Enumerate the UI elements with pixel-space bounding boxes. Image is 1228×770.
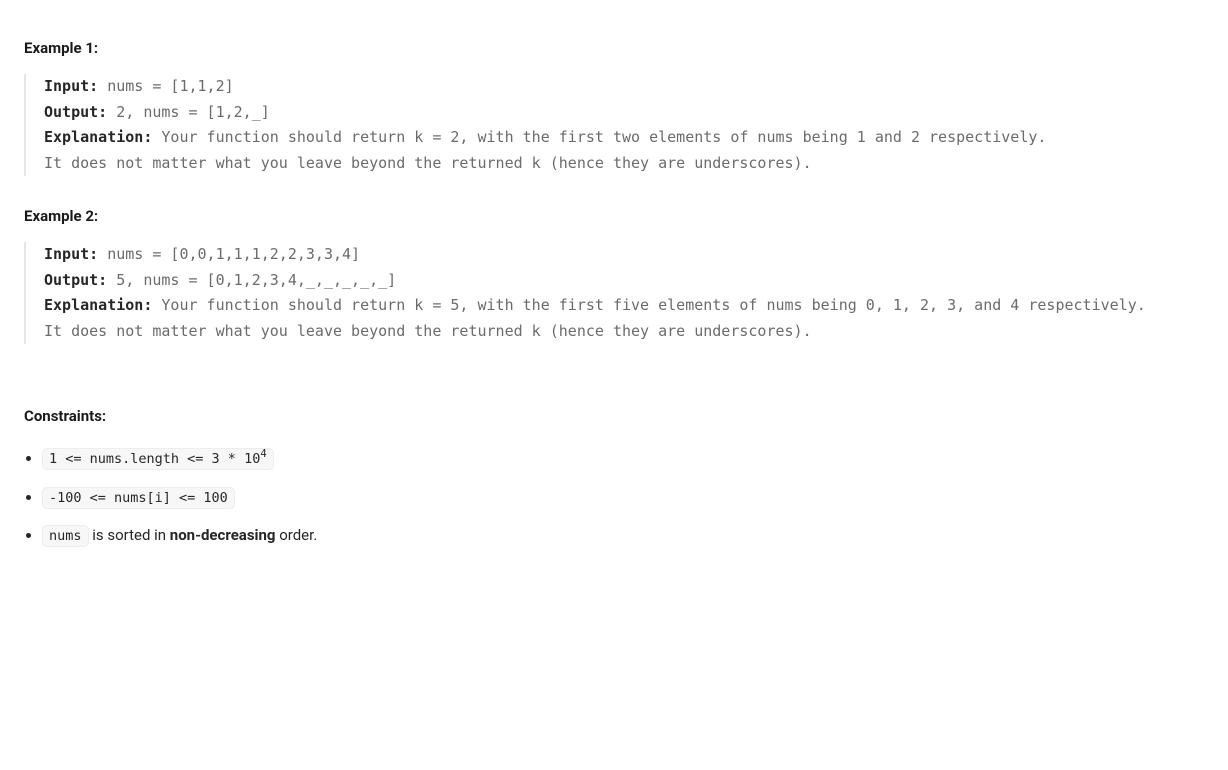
example-1-block: Input: nums = [1,1,2] Output: 2, nums = … (24, 74, 1204, 176)
explanation-value: Your function should return k = 2, with … (44, 128, 1046, 172)
constraint-item: nums is sorted in non-decreasing order. (42, 523, 1204, 548)
constraint-code: nums (42, 525, 89, 547)
example-2-block: Input: nums = [0,0,1,1,1,2,2,3,3,4] Outp… (24, 242, 1204, 344)
constraints-heading: Constraints: (24, 404, 1204, 428)
constraint-strong: non-decreasing (170, 526, 276, 544)
input-value: nums = [0,0,1,1,1,2,2,3,3,4] (98, 245, 360, 263)
input-value: nums = [1,1,2] (98, 77, 233, 95)
constraint-code: -100 <= nums[i] <= 100 (42, 487, 235, 509)
example-2-heading: Example 2: (24, 204, 1204, 228)
example-1-heading: Example 1: (24, 36, 1204, 60)
output-value: 2, nums = [1,2,_] (107, 103, 270, 121)
constraint-exponent: 4 (260, 448, 266, 460)
constraint-item: 1 <= nums.length <= 3 * 104 (42, 446, 1204, 471)
output-label: Output: (44, 271, 107, 289)
output-value: 5, nums = [0,1,2,3,4,_,_,_,_,_] (107, 271, 396, 289)
constraints-list: 1 <= nums.length <= 3 * 104 -100 <= nums… (34, 446, 1204, 548)
constraint-text: is sorted in (89, 526, 170, 544)
output-label: Output: (44, 103, 107, 121)
input-label: Input: (44, 77, 98, 95)
constraint-text: order. (276, 526, 318, 544)
constraint-code: 1 <= nums.length <= 3 * 104 (42, 448, 274, 470)
explanation-label: Explanation: (44, 296, 152, 314)
explanation-label: Explanation: (44, 128, 152, 146)
explanation-value: Your function should return k = 5, with … (44, 296, 1146, 340)
constraint-item: -100 <= nums[i] <= 100 (42, 485, 1204, 510)
input-label: Input: (44, 245, 98, 263)
constraint-text: 1 <= nums.length <= 3 * 10 (49, 451, 260, 467)
